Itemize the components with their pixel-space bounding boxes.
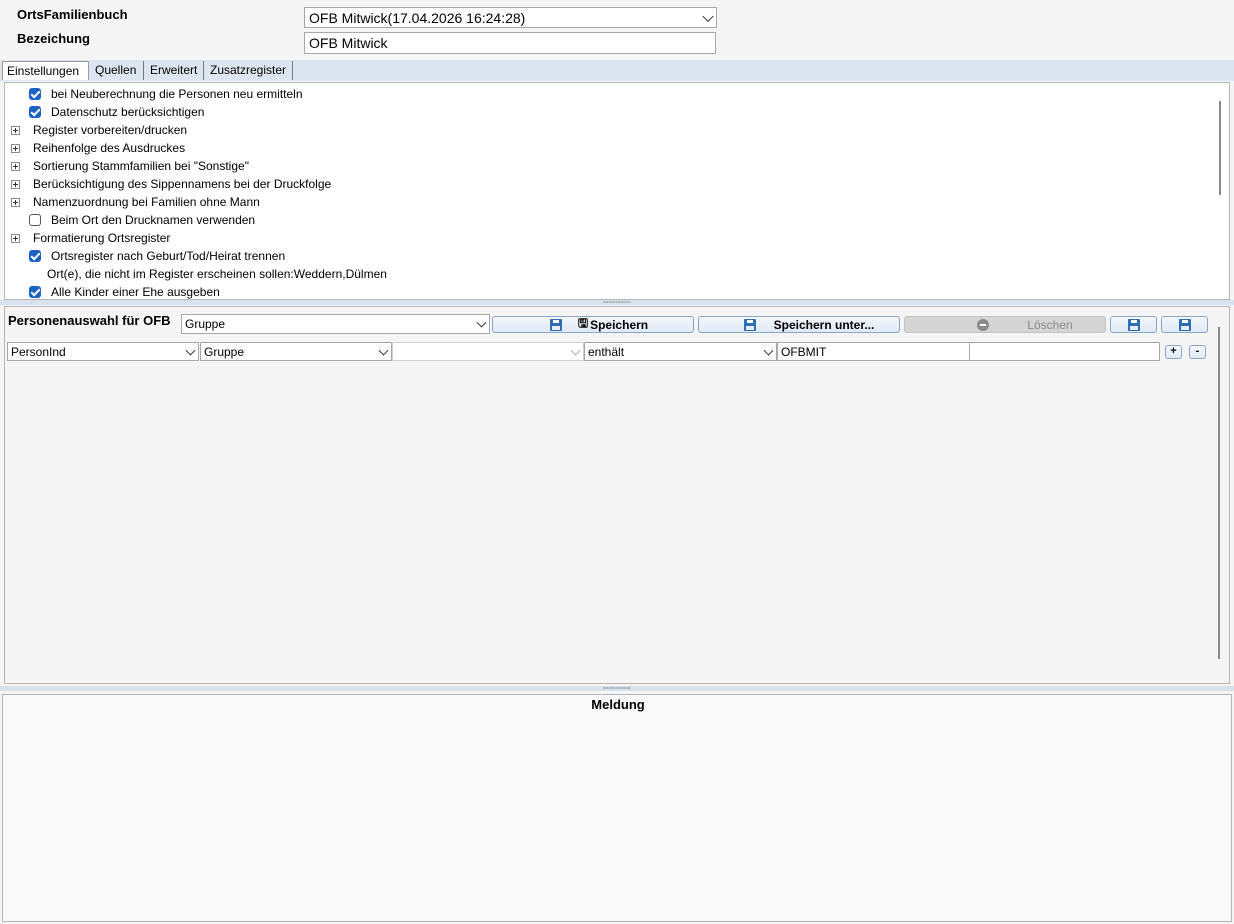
setting-label: Namenzuordnung bei Familien ohne Mann — [33, 195, 260, 209]
group-select[interactable]: Gruppe — [181, 314, 490, 334]
setting-row[interactable]: Ortsregister nach Geburt/Tod/Heirat tren… — [5, 247, 1205, 265]
save-as-label: Speichern unter... — [773, 317, 875, 332]
setting-label: Beim Ort den Drucknamen verwenden — [51, 213, 256, 227]
floppy-disk-icon — [744, 319, 756, 331]
save-button[interactable]: 🖫 Speichern — [492, 316, 694, 333]
filter-operator-select[interactable]: enthält — [584, 342, 777, 361]
tab-einstellungen[interactable]: Einstellungen — [2, 61, 89, 80]
chevron-down-icon — [378, 345, 389, 356]
setting-text-row[interactable]: Ort(e), die nicht im Register erscheinen… — [5, 265, 1205, 283]
remove-filter-button[interactable]: - — [1189, 345, 1206, 359]
setting-row[interactable]: Datenschutz berücksichtigen — [5, 103, 1205, 121]
floppy-disk-icon — [1178, 318, 1191, 331]
expand-plus-icon[interactable] — [11, 162, 20, 171]
splitter-bottom[interactable] — [0, 686, 1234, 691]
setting-group-row[interactable]: Sortierung Stammfamilien bei "Sonstige" — [5, 157, 1205, 175]
filter-field-value: PersonInd — [11, 345, 66, 359]
setting-group-row[interactable]: Formatierung Ortsregister — [5, 229, 1205, 247]
setting-label: Datenschutz berücksichtigen — [51, 105, 205, 119]
filter-empty-select[interactable] — [392, 342, 584, 361]
setting-group-row[interactable]: Reihenfolge des Ausdruckes — [5, 139, 1205, 157]
small-disk-icon: 🖫 — [577, 316, 589, 330]
delete-button[interactable]: Löschen — [904, 316, 1106, 333]
message-title: Meldung — [591, 697, 645, 712]
splitter-grip-icon — [603, 687, 631, 689]
filter-operator-value: enthält — [588, 345, 625, 359]
filter-field-select[interactable]: PersonInd — [7, 342, 199, 361]
setting-row[interactable]: Beim Ort den Drucknamen verwenden — [5, 211, 1205, 229]
checkbox-checked-icon[interactable] — [29, 88, 41, 100]
save-as-button[interactable]: Speichern unter... — [698, 316, 900, 333]
floppy-disk-icon — [550, 319, 562, 331]
chevron-down-icon — [476, 317, 487, 328]
bezeichnung-label: Bezeichung — [17, 31, 90, 46]
setting-row[interactable]: Alle Kinder einer Ehe ausgeben — [5, 283, 1205, 299]
expand-plus-icon[interactable] — [11, 144, 20, 153]
settings-panel: bei Neuberechnung die Personen neu ermit… — [4, 82, 1230, 300]
setting-label: bei Neuberechnung die Personen neu ermit… — [51, 87, 303, 101]
floppy-disk-icon — [1127, 318, 1140, 331]
tab-zusatzregister[interactable]: Zusatzregister — [206, 61, 293, 80]
chevron-down-icon — [763, 345, 774, 356]
tab-erweitert[interactable]: Erweitert — [146, 61, 204, 80]
checkbox-unchecked-icon[interactable] — [29, 214, 41, 226]
setting-group-row[interactable]: Berücksichtigung des Sippennamens bei de… — [5, 175, 1205, 193]
ofb-select-value: OFB Mitwick(17.04.2026 16:24:28) — [309, 10, 526, 26]
setting-label: Ort(e), die nicht im Register erscheinen… — [47, 267, 387, 281]
selection-panel: Personenauswahl für OFB Gruppe 🖫 Speiche… — [4, 306, 1230, 684]
add-filter-button[interactable]: + — [1165, 345, 1182, 359]
setting-label: Formatierung Ortsregister — [33, 231, 171, 245]
ofb-select[interactable]: OFB Mitwick(17.04.2026 16:24:28) — [304, 7, 717, 28]
selection-title: Personenauswahl für OFB — [8, 313, 171, 328]
group-select-value: Gruppe — [185, 317, 226, 331]
setting-label: Ortsregister nach Geburt/Tod/Heirat tren… — [51, 249, 286, 263]
checkbox-checked-icon[interactable] — [29, 106, 41, 118]
save-label: Speichern — [590, 317, 649, 332]
setting-group-row[interactable]: Namenzuordnung bei Familien ohne Mann — [5, 193, 1205, 211]
chevron-down-icon — [185, 345, 196, 356]
save-icon-button-2[interactable] — [1161, 316, 1208, 333]
bezeichnung-input[interactable]: OFB Mitwick — [304, 32, 716, 54]
setting-label: Reihenfolge des Ausdruckes — [33, 141, 186, 155]
splitter-grip-icon — [603, 301, 631, 303]
setting-group-row[interactable]: Register vorbereiten/drucken — [5, 121, 1205, 139]
setting-label: Sortierung Stammfamilien bei "Sonstige" — [33, 159, 249, 173]
setting-row[interactable]: bei Neuberechnung die Personen neu ermit… — [5, 85, 1205, 103]
filter-attribute-select[interactable]: Gruppe — [200, 342, 392, 361]
filter-extra-input[interactable] — [969, 342, 1160, 361]
ofb-label: OrtsFamilienbuch — [17, 7, 128, 22]
chevron-down-icon — [570, 345, 581, 356]
expand-plus-icon[interactable] — [11, 126, 20, 135]
expand-plus-icon[interactable] — [11, 198, 20, 207]
expand-plus-icon[interactable] — [11, 234, 20, 243]
splitter-top[interactable] — [0, 300, 1234, 305]
setting-label: Berücksichtigung des Sippennamens bei de… — [33, 177, 332, 191]
delete-label: Löschen — [1027, 317, 1073, 332]
expand-plus-icon[interactable] — [11, 180, 20, 189]
message-panel: Meldung — [2, 694, 1232, 922]
filter-value-input[interactable]: OFBMIT — [777, 342, 970, 361]
save-icon-button-1[interactable] — [1110, 316, 1157, 333]
selection-scrollbar[interactable] — [1218, 327, 1220, 659]
minus-circle-icon — [977, 319, 989, 331]
filter-attribute-value: Gruppe — [204, 345, 245, 359]
checkbox-checked-icon[interactable] — [29, 250, 41, 262]
setting-label: Register vorbereiten/drucken — [33, 123, 188, 137]
setting-label: Alle Kinder einer Ehe ausgeben — [51, 285, 220, 299]
checkbox-checked-icon[interactable] — [29, 286, 41, 298]
settings-scrollbar[interactable] — [1219, 101, 1221, 195]
chevron-down-icon — [702, 10, 714, 22]
tab-quellen[interactable]: Quellen — [91, 61, 144, 80]
